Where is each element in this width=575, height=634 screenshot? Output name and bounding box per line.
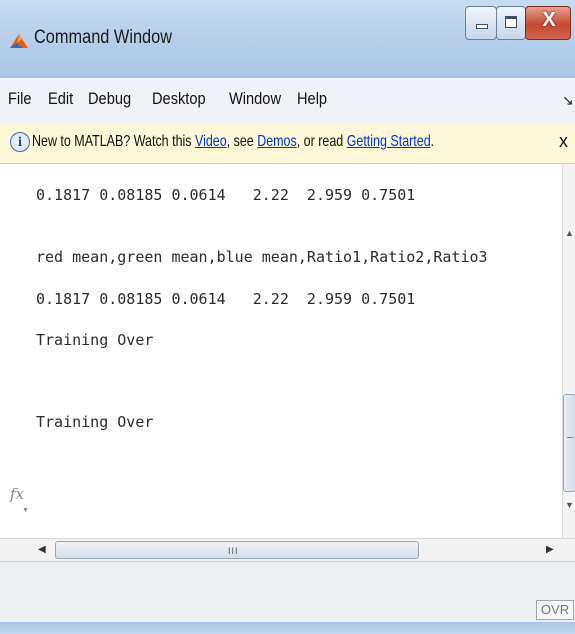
- scroll-left-icon[interactable]: ◀: [38, 544, 46, 555]
- horizontal-scrollbar[interactable]: ◀ III ▶: [0, 538, 575, 562]
- output-line: Training Over: [36, 331, 154, 349]
- menu-file[interactable]: File: [8, 89, 32, 109]
- title-bar[interactable]: Command Window X: [0, 0, 575, 79]
- vertical-scrollbar[interactable]: ▲ ▼: [562, 164, 575, 539]
- menu-bar: File Edit Debug Desktop Window Help ↘: [0, 78, 575, 124]
- info-icon: i: [10, 132, 30, 152]
- scroll-up-icon[interactable]: ▲: [565, 228, 574, 238]
- fx-icon[interactable]: fx: [10, 485, 24, 503]
- output-line: 0.1817 0.08185 0.0614 2.22 2.959 0.7501: [36, 186, 416, 204]
- info-message: New to MATLAB? Watch this Video, see Dem…: [32, 133, 434, 151]
- close-button[interactable]: X: [525, 6, 571, 40]
- scroll-down-icon[interactable]: ▼: [565, 500, 574, 510]
- close-icon: X: [542, 9, 556, 31]
- info-text-part: .: [430, 133, 435, 150]
- matlab-command-window: Command Window X File Edit Debug Desktop…: [0, 0, 575, 634]
- output-line: 0.1817 0.08185 0.0614 2.22 2.959 0.7501: [36, 290, 416, 308]
- command-output-area[interactable]: 0.1817 0.08185 0.0614 2.22 2.959 0.7501 …: [0, 164, 562, 539]
- info-bar-close-button[interactable]: x: [559, 131, 568, 152]
- minimize-icon: [476, 24, 488, 29]
- window-bottom-border: [0, 622, 575, 634]
- overwrite-indicator: OVR: [536, 600, 574, 620]
- grip-icon: [567, 437, 573, 438]
- info-text-part: , or read: [296, 133, 347, 150]
- menu-debug[interactable]: Debug: [88, 89, 131, 109]
- undock-arrow-icon[interactable]: ↘: [562, 92, 574, 109]
- minimize-button[interactable]: [465, 6, 497, 40]
- scroll-right-icon[interactable]: ▶: [546, 544, 554, 555]
- output-line: red mean,green mean,blue mean,Ratio1,Rat…: [36, 248, 488, 266]
- demos-link[interactable]: Demos: [257, 133, 297, 150]
- getting-started-link[interactable]: Getting Started: [347, 133, 431, 150]
- video-link[interactable]: Video: [195, 133, 227, 150]
- menu-edit[interactable]: Edit: [48, 89, 73, 109]
- status-bar: OVR: [0, 562, 575, 622]
- maximize-button[interactable]: [496, 6, 526, 40]
- grip-icon: III: [228, 546, 239, 556]
- fx-dropdown-icon[interactable]: ▼: [22, 507, 29, 514]
- window-title: Command Window: [34, 27, 173, 48]
- info-text-part: , see: [226, 133, 258, 150]
- maximize-icon: [505, 16, 517, 28]
- menu-help[interactable]: Help: [297, 89, 327, 109]
- menu-window[interactable]: Window: [229, 89, 281, 109]
- menu-desktop[interactable]: Desktop: [152, 89, 206, 109]
- matlab-logo-icon: [10, 34, 28, 48]
- info-text-part: New to MATLAB? Watch this: [32, 133, 195, 150]
- output-line: Training Over: [36, 413, 154, 431]
- info-bar: i New to MATLAB? Watch this Video, see D…: [0, 123, 575, 164]
- vertical-scroll-thumb[interactable]: [563, 394, 575, 492]
- horizontal-scroll-thumb[interactable]: III: [55, 541, 419, 559]
